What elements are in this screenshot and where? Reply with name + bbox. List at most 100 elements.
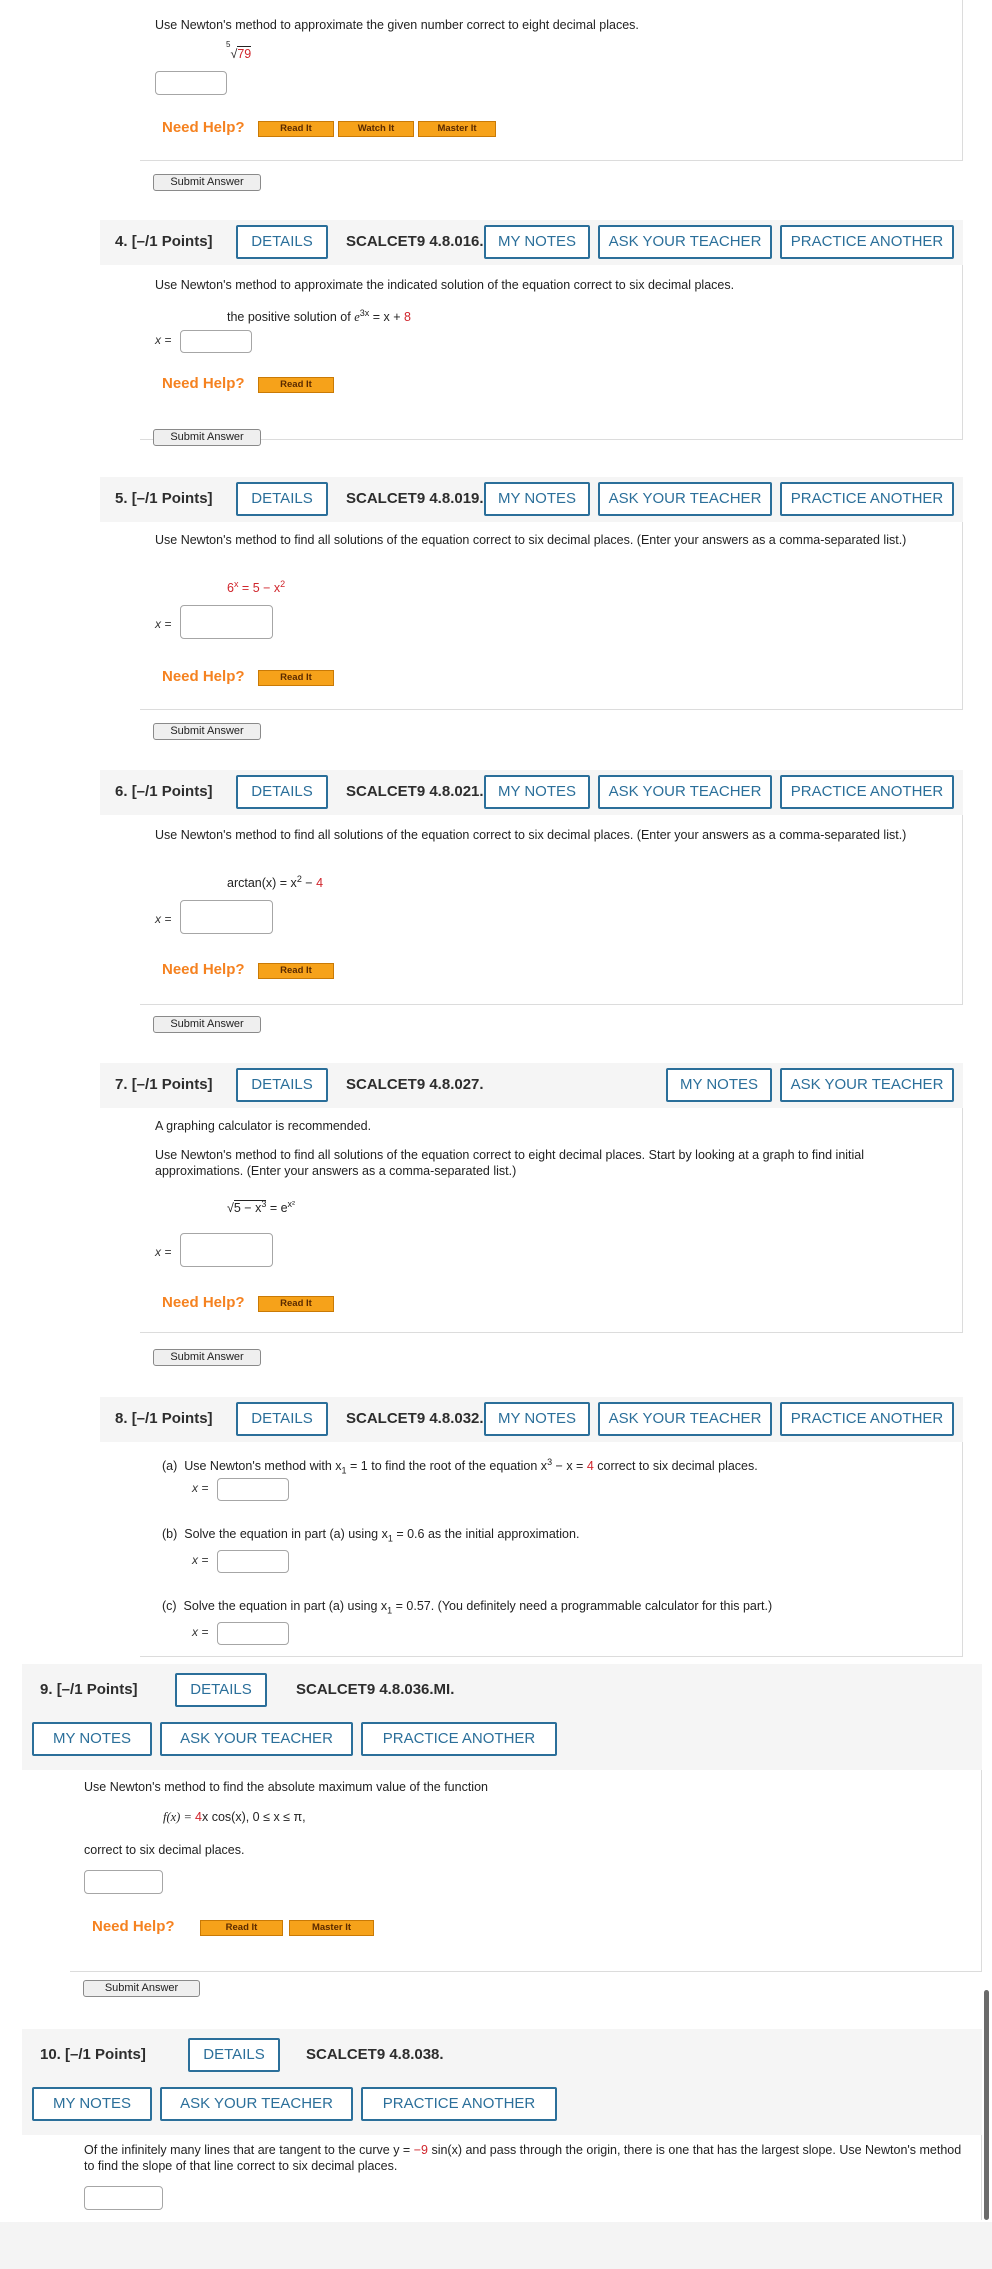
read-it-button[interactable]: Read It: [258, 963, 334, 979]
answer-input[interactable]: [155, 71, 227, 95]
answer-input[interactable]: [180, 900, 273, 934]
need-help-label: Need Help?: [162, 375, 245, 392]
question-instruction: Use Newton's method to approximate the g…: [155, 18, 639, 32]
question-6: 6. [–/1 Points] DETAILS SCALCET9 4.8.021…: [0, 770, 992, 1050]
submit-answer-button[interactable]: Submit Answer: [153, 1016, 261, 1033]
practice-another-button[interactable]: PRACTICE ANOTHER: [361, 1722, 557, 1756]
question-10: 10. [–/1 Points] DETAILS SCALCET9 4.8.03…: [0, 2029, 992, 2222]
problem-code: SCALCET9 4.8.038.: [306, 2046, 444, 2063]
radical-sign: √: [227, 1201, 234, 1216]
ask-teacher-button[interactable]: ASK YOUR TEACHER: [598, 482, 772, 516]
read-it-button[interactable]: Read It: [258, 377, 334, 393]
my-notes-button[interactable]: MY NOTES: [484, 1402, 590, 1436]
my-notes-button[interactable]: MY NOTES: [484, 482, 590, 516]
answer-input[interactable]: [180, 605, 273, 639]
ask-teacher-button[interactable]: ASK YOUR TEACHER: [598, 775, 772, 809]
answer-input[interactable]: [180, 330, 252, 353]
practice-another-button[interactable]: PRACTICE ANOTHER: [361, 2087, 557, 2121]
my-notes-button[interactable]: MY NOTES: [32, 1722, 152, 1756]
master-it-button[interactable]: Master It: [289, 1920, 374, 1936]
question-number: 8. [–/1 Points]: [115, 1410, 213, 1427]
precision-note: correct to six decimal places.: [84, 1843, 245, 1857]
submit-answer-button[interactable]: Submit Answer: [153, 429, 261, 446]
submit-answer-button[interactable]: Submit Answer: [153, 1349, 261, 1366]
root-index: 5: [226, 40, 231, 49]
details-button[interactable]: DETAILS: [188, 2038, 280, 2072]
x-label: x =: [155, 1245, 172, 1259]
part-a-text: (a) Use Newton's method with x1 = 1 to f…: [162, 1457, 758, 1476]
problem-code: SCALCET9 4.8.021.: [346, 783, 484, 800]
equation: 6x = 5 − x2: [227, 579, 286, 596]
submit-answer-button[interactable]: Submit Answer: [83, 1980, 200, 1997]
details-button[interactable]: DETAILS: [175, 1673, 267, 1707]
radicand: 79: [237, 46, 252, 62]
ask-teacher-button[interactable]: ASK YOUR TEACHER: [780, 1068, 954, 1102]
my-notes-button[interactable]: MY NOTES: [666, 1068, 772, 1102]
read-it-button[interactable]: Read It: [200, 1920, 283, 1936]
question-number: 5. [–/1 Points]: [115, 490, 213, 507]
problem-code: SCALCET9 4.8.027.: [346, 1076, 484, 1093]
part-c-text: (c) Solve the equation in part (a) using…: [162, 1599, 773, 1616]
practice-another-button[interactable]: PRACTICE ANOTHER: [780, 482, 954, 516]
calculator-note: A graphing calculator is recommended.: [155, 1119, 372, 1133]
question-instruction: Use Newton's method to find all solution…: [155, 1148, 865, 1178]
answer-input-a[interactable]: [217, 1478, 289, 1501]
details-button[interactable]: DETAILS: [236, 225, 328, 259]
practice-another-button[interactable]: PRACTICE ANOTHER: [780, 1402, 954, 1436]
answer-input[interactable]: [180, 1233, 273, 1267]
question-number: 10. [–/1 Points]: [40, 2046, 146, 2063]
submit-answer-button[interactable]: Submit Answer: [153, 723, 261, 740]
question-9: 9. [–/1 Points] DETAILS SCALCET9 4.8.036…: [0, 1664, 992, 2009]
problem-code: SCALCET9 4.8.019.: [346, 490, 484, 507]
question-5: 5. [–/1 Points] DETAILS SCALCET9 4.8.019…: [0, 477, 992, 757]
question-number: 4. [–/1 Points]: [115, 233, 213, 250]
details-button[interactable]: DETAILS: [236, 482, 328, 516]
ask-teacher-button[interactable]: ASK YOUR TEACHER: [160, 1722, 353, 1756]
question-number: 9. [–/1 Points]: [40, 1681, 138, 1698]
scrollbar-thumb[interactable]: [984, 1990, 989, 2220]
question-body: [70, 1770, 982, 1972]
read-it-button[interactable]: Read It: [258, 670, 334, 686]
function-expression: f(x) = 4x cos(x), 0 ≤ x ≤ π,: [163, 1810, 306, 1824]
problem-code: SCALCET9 4.8.016.: [346, 233, 484, 250]
question-3: Use Newton's method to approximate the g…: [0, 0, 992, 200]
question-7: 7. [–/1 Points] DETAILS SCALCET9 4.8.027…: [0, 1063, 992, 1383]
details-button[interactable]: DETAILS: [236, 1402, 328, 1436]
my-notes-button[interactable]: MY NOTES: [484, 775, 590, 809]
problem-code: SCALCET9 4.8.032.: [346, 1410, 484, 1427]
answer-input-c[interactable]: [217, 1622, 289, 1645]
watch-it-button[interactable]: Watch It: [338, 121, 414, 137]
details-button[interactable]: DETAILS: [236, 775, 328, 809]
question-instruction: Use Newton's method to find all solution…: [155, 533, 907, 547]
answer-input[interactable]: [84, 1870, 163, 1894]
my-notes-button[interactable]: MY NOTES: [484, 225, 590, 259]
equation: √5 − x3 = ex²: [227, 1199, 296, 1216]
question-number: 6. [–/1 Points]: [115, 783, 213, 800]
part-b-text: (b) Solve the equation in part (a) using…: [162, 1527, 580, 1544]
ask-teacher-button[interactable]: ASK YOUR TEACHER: [160, 2087, 353, 2121]
question-number: 7. [–/1 Points]: [115, 1076, 213, 1093]
my-notes-button[interactable]: MY NOTES: [32, 2087, 152, 2121]
master-it-button[interactable]: Master It: [418, 121, 496, 137]
read-it-button[interactable]: Read It: [258, 1296, 334, 1312]
question-instruction: Use Newton's method to approximate the i…: [155, 278, 735, 292]
answer-input-b[interactable]: [217, 1550, 289, 1573]
x-label: x =: [192, 1625, 209, 1639]
ask-teacher-button[interactable]: ASK YOUR TEACHER: [598, 225, 772, 259]
answer-input[interactable]: [84, 2186, 163, 2210]
details-button[interactable]: DETAILS: [236, 1068, 328, 1102]
question-8: 8. [–/1 Points] DETAILS SCALCET9 4.8.032…: [0, 1397, 992, 1657]
ask-teacher-button[interactable]: ASK YOUR TEACHER: [598, 1402, 772, 1436]
need-help-label: Need Help?: [92, 1918, 175, 1935]
need-help-label: Need Help?: [162, 1294, 245, 1311]
x-label: x =: [155, 333, 172, 347]
practice-another-button[interactable]: PRACTICE ANOTHER: [780, 225, 954, 259]
radical-expression: 5√79: [226, 40, 252, 62]
question-instruction: Of the infinitely many lines that are ta…: [84, 2143, 962, 2173]
problem-code: SCALCET9 4.8.036.MI.: [296, 1681, 455, 1698]
submit-answer-button[interactable]: Submit Answer: [153, 174, 261, 191]
x-label: x =: [192, 1553, 209, 1567]
equation: arctan(x) = x2 − 4: [227, 874, 324, 891]
practice-another-button[interactable]: PRACTICE ANOTHER: [780, 775, 954, 809]
read-it-button[interactable]: Read It: [258, 121, 334, 137]
